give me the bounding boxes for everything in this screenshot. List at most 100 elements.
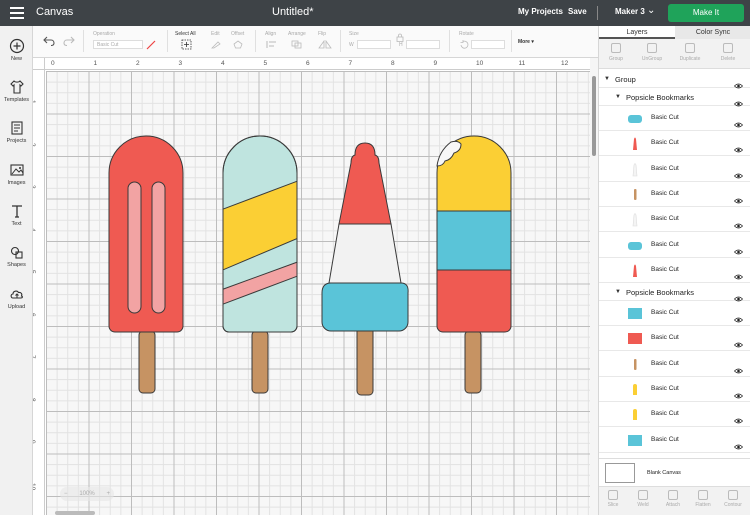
popsicle-stick[interactable] [138,330,156,394]
tab-color-sync[interactable]: Color Sync [675,26,750,39]
eye-icon[interactable] [733,115,744,128]
rotate-input[interactable] [471,40,505,49]
zoom-out-icon[interactable]: − [64,487,68,501]
eye-icon[interactable] [733,216,744,229]
select-all-icon[interactable] [181,39,192,50]
layer-row[interactable]: Basic Cut [599,352,750,377]
align-label[interactable]: Align [265,31,276,37]
eye-icon[interactable] [733,166,744,178]
eye-icon[interactable] [733,361,744,374]
tool-projects[interactable]: Projects [0,120,33,144]
operation-select[interactable]: Basic Cut [93,40,143,49]
vertical-scrollbar[interactable] [590,58,598,515]
popsicle-stripe[interactable] [127,181,142,314]
rocket-blue-segment[interactable] [321,282,409,332]
layer-row[interactable]: Basic Cut [599,326,750,352]
layer-row[interactable]: Basic Cut [599,301,750,327]
flip-label[interactable]: Flip [318,31,326,37]
eye-icon[interactable] [733,411,744,424]
layer-row[interactable]: Basic Cut [599,106,750,131]
layer-row[interactable]: Basic Cut [599,207,750,233]
popsicle-red[interactable] [108,135,184,394]
popsicle-mint[interactable] [218,135,303,394]
make-it-button[interactable]: Make It [668,4,744,22]
popsicle-bitten[interactable] [433,128,515,394]
popsicle-band-blue[interactable] [433,210,515,271]
flip-icon[interactable] [318,40,332,49]
height-input[interactable] [406,40,440,49]
tab-layers[interactable]: Layers [599,26,675,39]
popsicle-body[interactable] [108,135,184,333]
layer-row[interactable]: Basic Cut [599,157,750,182]
redo-icon[interactable] [63,36,75,46]
document-title[interactable]: Untitled* [272,6,314,18]
tool-templates[interactable]: Templates [0,79,33,103]
zoom-in-icon[interactable]: + [106,487,110,501]
popsicle-artwork[interactable] [33,58,590,515]
popsicle-band-red[interactable] [433,269,515,336]
blank-canvas-row[interactable]: Blank Canvas [599,458,750,486]
layer-group-root[interactable]: ▼ Group [599,70,750,89]
layer-row[interactable]: Basic Cut [599,182,750,207]
pen-color-icon[interactable] [146,40,156,50]
layer-group[interactable]: ▼ Popsicle Bookmarks [599,88,750,107]
chevron-down-icon[interactable]: ⌄ [647,5,655,16]
align-icon[interactable] [265,40,279,49]
eye-icon[interactable] [733,289,744,302]
width-input[interactable] [357,40,391,49]
eye-icon[interactable] [733,191,744,204]
save-button[interactable]: Save [568,7,587,16]
popsicle-stick[interactable] [464,330,482,394]
layer-row[interactable]: Basic Cut [599,428,750,453]
popsicle-stripe[interactable] [151,181,166,314]
eye-icon[interactable] [733,267,744,280]
contour-button[interactable]: Contour [719,490,747,508]
tool-new[interactable]: New [0,38,33,62]
layer-group[interactable]: ▼ Popsicle Bookmarks [599,283,750,302]
arrange-icon[interactable] [290,40,304,49]
caret-down-icon[interactable]: ▼ [615,289,621,295]
horizontal-scrollbar-thumb[interactable] [55,511,95,515]
arrange-label[interactable]: Arrange [288,31,306,37]
eye-icon[interactable] [733,335,744,348]
flatten-button[interactable]: Flatten [689,490,717,508]
offset-label[interactable]: Offset [231,31,244,37]
popsicle-rocket[interactable] [321,142,409,396]
layer-row[interactable]: Basic Cut [599,402,750,428]
eye-icon[interactable] [733,140,744,153]
edit-label[interactable]: Edit [211,31,220,37]
eye-icon[interactable] [733,76,744,89]
hamburger-menu-icon[interactable] [10,7,24,19]
layer-row[interactable]: Basic Cut [599,131,750,157]
weld-button[interactable]: Weld [629,490,657,508]
zoom-control[interactable]: − 100% + [60,487,114,501]
delete-button[interactable]: Delete [713,43,743,62]
eye-icon[interactable] [733,94,744,107]
machine-selector[interactable]: Maker 3 [615,7,645,16]
duplicate-button[interactable]: Duplicate [675,43,705,62]
popsicle-stick[interactable] [251,330,269,394]
tool-upload[interactable]: Upload [0,286,33,310]
tool-images[interactable]: Images [0,162,33,186]
more-button[interactable]: More ▾ [518,39,534,45]
scrollbar-thumb[interactable] [592,76,596,156]
offset-icon[interactable] [232,40,244,49]
my-projects-link[interactable]: My Projects [518,7,563,16]
layer-row[interactable]: Basic Cut [599,377,750,402]
group-button[interactable]: Group [601,43,631,62]
undo-icon[interactable] [43,36,55,46]
design-canvas[interactable]: 0123456789101112 12345678910 [33,58,590,515]
ungroup-button[interactable]: UnGroup [637,43,667,62]
slice-button[interactable]: Slice [599,490,627,508]
tool-shapes[interactable]: Shapes [0,244,33,268]
edit-icon[interactable] [211,40,223,49]
layer-row[interactable]: Basic Cut [599,258,750,283]
select-all-label[interactable]: Select All [175,31,196,37]
layer-row[interactable]: Basic Cut [599,233,750,258]
popsicle-stick[interactable] [356,325,374,396]
eye-icon[interactable] [733,242,744,254]
eye-icon[interactable] [733,437,744,449]
popsicle-band-yellow[interactable] [433,128,515,212]
blank-canvas-swatch[interactable] [605,463,635,483]
eye-icon[interactable] [733,386,744,399]
